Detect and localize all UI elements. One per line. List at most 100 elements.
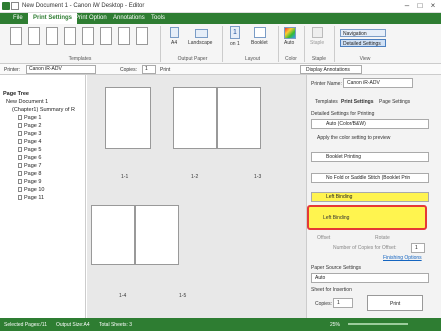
page-tree-title: Page Tree — [3, 91, 29, 97]
template-thumb-2[interactable] — [28, 27, 40, 45]
printer-name-select[interactable]: Canon iR-ADV — [343, 78, 413, 88]
paper-size-icon[interactable] — [170, 27, 179, 38]
tab-file[interactable]: File — [8, 13, 28, 24]
page-thumb[interactable] — [217, 87, 261, 149]
page-label: 1-3 — [254, 174, 262, 180]
page-icon — [18, 155, 22, 160]
navigation-toggle[interactable]: Navigation — [340, 29, 386, 37]
offset-checkbox[interactable]: Offset — [317, 235, 330, 241]
binding-option-left[interactable]: Left Binding — [323, 215, 349, 221]
tree-page-item[interactable]: Page 2 — [18, 123, 41, 129]
tree-page-item[interactable]: Page 9 — [18, 179, 41, 185]
panel-copies-field[interactable]: 1 — [333, 298, 353, 308]
color-select[interactable]: Auto (Color/B&W) — [311, 119, 429, 129]
booklet-label[interactable]: Booklet — [251, 40, 268, 46]
tree-page-label: Page 1 — [24, 115, 42, 121]
layout-group-label: Layout — [244, 56, 260, 62]
zoom-slider[interactable] — [348, 323, 408, 325]
paper-source-select[interactable]: Auto — [311, 273, 429, 283]
template-thumb-7[interactable] — [118, 27, 130, 45]
tree-page-item[interactable]: Page 10 — [18, 187, 45, 193]
color-mode-label[interactable]: Auto — [284, 40, 294, 46]
tree-page-item[interactable]: Page 5 — [18, 147, 41, 153]
page-thumb[interactable] — [135, 205, 179, 265]
page-thumb[interactable] — [105, 87, 151, 149]
separator — [222, 26, 223, 62]
staple-group-label: Staple — [311, 56, 327, 62]
page-icon — [18, 187, 22, 192]
navigation-label: Navigation — [343, 31, 367, 37]
tree-page-item[interactable]: Page 6 — [18, 155, 41, 161]
page-label: 1-2 — [191, 174, 199, 180]
tree-page-item[interactable]: Page 3 — [18, 131, 41, 137]
tab-annotations[interactable]: Annotations — [108, 13, 150, 24]
page-label: 1-1 — [121, 174, 129, 180]
pages-per-sheet-sub[interactable]: on 1 — [230, 41, 240, 47]
tab-print-settings-panel[interactable]: Print Settings — [341, 99, 374, 105]
copies-field[interactable]: 1 — [142, 65, 156, 74]
pages-per-sheet-button[interactable]: 1 — [230, 26, 240, 39]
tab-tools[interactable]: Tools — [146, 13, 170, 24]
separator — [160, 26, 161, 62]
template-thumb-8[interactable] — [136, 27, 148, 45]
tree-doc[interactable]: New Document 1 — [6, 99, 48, 105]
app-icon — [2, 2, 10, 10]
page-thumb[interactable] — [91, 205, 135, 265]
page-thumb[interactable] — [173, 87, 217, 149]
binding-select[interactable]: Left Binding — [311, 192, 429, 202]
rotate-checkbox[interactable]: Rotate — [375, 235, 390, 241]
selected-pages: Selected Pages:/11 — [4, 322, 47, 328]
tree-page-item[interactable]: Page 8 — [18, 171, 41, 177]
binding-dropdown-highlight[interactable]: Left Binding — [307, 205, 427, 230]
booklet-icon[interactable] — [254, 27, 266, 38]
page-icon — [18, 171, 22, 176]
offset-copies-field[interactable]: 1 — [411, 243, 425, 253]
print-button[interactable]: Print — [160, 67, 170, 73]
paper-source-heading: Paper Source Settings — [311, 265, 362, 271]
template-thumb-4[interactable] — [64, 27, 76, 45]
status-bar: Selected Pages:/11 Output Size:A4 Total … — [0, 318, 441, 331]
printer-select[interactable]: Canon iR-ADV — [26, 65, 96, 74]
staple-icon[interactable] — [312, 27, 323, 38]
orientation-label[interactable]: Landscape — [188, 40, 212, 46]
minimize-icon[interactable]: – — [401, 1, 413, 11]
paper-size-label[interactable]: A4 — [171, 40, 177, 46]
preview-canvas: 1-1 1-2 1-3 1-4 1-5 — [87, 75, 306, 318]
template-thumb-3[interactable] — [46, 27, 58, 45]
total-sheets: Total Sheets: 3 — [99, 322, 133, 328]
page-tree-pane: Page Tree New Document 1 (Chapter1) Summ… — [0, 75, 86, 318]
separator — [304, 26, 305, 62]
page-icon — [18, 139, 22, 144]
detailed-settings-toggle[interactable]: Detailed Settings — [340, 39, 386, 47]
orientation-icon[interactable] — [195, 29, 208, 38]
tab-print-option[interactable]: Print Option — [70, 13, 112, 24]
maximize-icon[interactable]: □ — [414, 1, 426, 11]
save-icon[interactable] — [11, 2, 19, 10]
template-thumb-5[interactable] — [82, 27, 94, 45]
fold-select[interactable]: No Fold or Saddle Stitch (Booklet Prin — [311, 173, 429, 183]
tab-page-settings[interactable]: Page Settings — [379, 99, 410, 105]
page-icon — [18, 179, 22, 184]
printer-name-label: Printer Name: — [311, 81, 342, 87]
display-annotations-button[interactable]: Display Annotations — [300, 65, 362, 74]
tree-page-item[interactable]: Page 7 — [18, 163, 41, 169]
tree-page-item[interactable]: Page 1 — [18, 115, 41, 121]
page-icon — [18, 131, 22, 136]
template-thumb-6[interactable] — [100, 27, 112, 45]
page-icon — [18, 147, 22, 152]
tree-chapter[interactable]: (Chapter1) Summary of R — [12, 107, 75, 113]
tree-page-label: Page 4 — [24, 139, 42, 145]
staple-button-label[interactable]: Staple — [310, 40, 324, 46]
apply-color-checkbox[interactable]: Apply the color setting to preview — [317, 135, 390, 141]
tree-page-item[interactable]: Page 4 — [18, 139, 41, 145]
booklet-select[interactable]: Booklet Printing — [311, 152, 429, 162]
copies-label: Copies: — [120, 67, 137, 73]
close-icon[interactable]: × — [427, 1, 439, 11]
tree-page-item[interactable]: Page 11 — [18, 195, 44, 201]
tree-page-label: Page 5 — [24, 147, 42, 153]
tab-templates[interactable]: Templates — [315, 99, 338, 105]
template-thumb-1[interactable] — [10, 27, 22, 45]
print-button-large[interactable]: Print — [367, 295, 423, 311]
color-mode-icon[interactable] — [284, 27, 296, 39]
finishing-options-link[interactable]: Finishing Options — [383, 255, 422, 261]
